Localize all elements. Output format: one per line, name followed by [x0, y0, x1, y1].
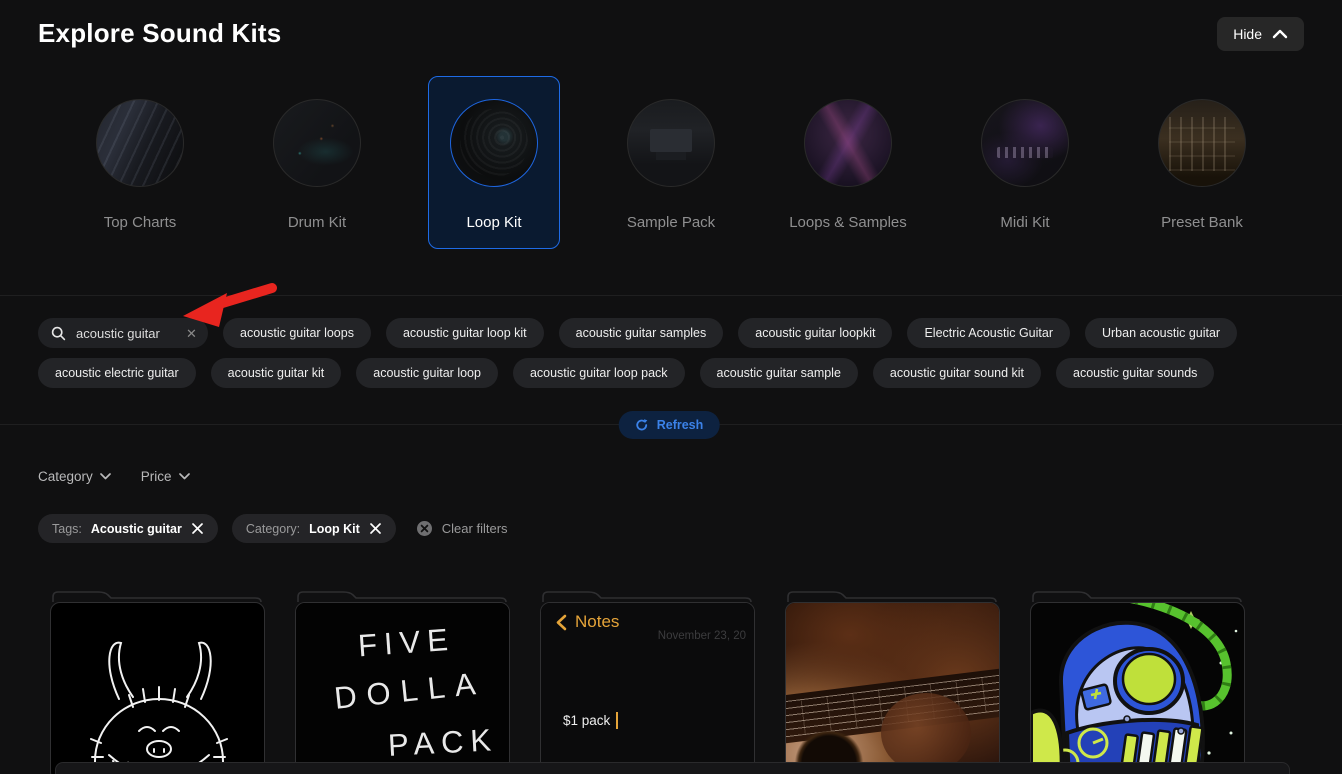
category-label: Loop Kit — [466, 214, 521, 231]
results-grid: FIVE DOLLA PACK Notes November 23, 20 $1… — [0, 543, 1342, 774]
clear-filters-icon — [416, 520, 433, 537]
category-card-loop-kit[interactable]: Loop Kit — [428, 76, 560, 249]
sample-pack-image — [627, 99, 715, 187]
artwork-text: FIVE — [357, 622, 456, 665]
search-icon — [51, 326, 66, 341]
category-dropdown-label: Category — [38, 469, 93, 484]
folder-tab-icon — [1030, 589, 1245, 602]
category-dropdown[interactable]: Category — [38, 469, 111, 484]
preset-bank-image — [1158, 99, 1246, 187]
filter-chip-category: Category: Loop Kit — [232, 514, 396, 543]
search-input[interactable] — [76, 326, 176, 341]
hide-button[interactable]: Hide — [1217, 17, 1304, 51]
product-card[interactable] — [1030, 589, 1245, 774]
product-card[interactable] — [785, 589, 1000, 774]
chip-prefix: Category: — [246, 522, 300, 536]
category-selector: Top Charts Drum Kit Loop Kit Sample Pack… — [0, 56, 1342, 295]
tag-pill[interactable]: acoustic guitar kit — [211, 358, 342, 388]
product-card[interactable] — [50, 589, 265, 774]
bottom-panel-edge — [55, 762, 1290, 774]
refresh-button[interactable]: Refresh — [619, 411, 720, 439]
hide-button-label: Hide — [1233, 26, 1262, 42]
category-label: Top Charts — [104, 214, 177, 231]
category-label: Midi Kit — [1000, 214, 1049, 231]
tag-pill[interactable]: acoustic guitar loops — [223, 318, 371, 348]
five-dolla-pack-artwork: FIVE DOLLA PACK — [295, 602, 510, 774]
chevron-down-icon — [179, 473, 190, 480]
category-card-midi-kit[interactable]: Midi Kit — [959, 76, 1091, 249]
drum-kit-image — [273, 99, 361, 187]
tag-pill[interactable]: acoustic guitar sample — [700, 358, 858, 388]
category-card-top-charts[interactable]: Top Charts — [74, 76, 206, 249]
tag-pill[interactable]: acoustic guitar loop pack — [513, 358, 685, 388]
tag-pill[interactable]: acoustic guitar sounds — [1056, 358, 1214, 388]
loop-kit-image — [450, 99, 538, 187]
category-label: Loops & Samples — [789, 214, 907, 231]
filter-chip-tags: Tags: Acoustic guitar — [38, 514, 218, 543]
rocket-artwork — [1030, 602, 1245, 774]
category-card-sample-pack[interactable]: Sample Pack — [605, 76, 737, 249]
chip-prefix: Tags: — [52, 522, 82, 536]
price-dropdown[interactable]: Price — [141, 469, 190, 484]
tag-pill[interactable]: acoustic guitar sound kit — [873, 358, 1041, 388]
tag-pill[interactable]: acoustic guitar samples — [559, 318, 724, 348]
refresh-divider: Refresh — [0, 424, 1342, 425]
notes-date: November 23, 20 — [658, 630, 746, 642]
category-card-preset-bank[interactable]: Preset Bank — [1136, 76, 1268, 249]
text-caret — [616, 712, 618, 729]
tag-pill[interactable]: acoustic guitar loopkit — [738, 318, 892, 348]
product-card[interactable]: Notes November 23, 20 $1 pack — [540, 589, 755, 774]
loops-samples-image — [804, 99, 892, 187]
search-box[interactable]: ✕ — [38, 318, 208, 348]
active-filters-row: Tags: Acoustic guitar Category: Loop Kit… — [0, 484, 1342, 543]
refresh-label: Refresh — [657, 418, 704, 432]
notes-screenshot-artwork: Notes November 23, 20 $1 pack — [540, 602, 755, 774]
chevron-up-icon — [1272, 29, 1288, 39]
folder-tab-icon — [785, 589, 1000, 602]
folder-tab-icon — [50, 589, 265, 602]
search-section: ✕ acoustic guitar loops acoustic guitar … — [0, 295, 1342, 388]
artwork-text: DOLLA — [333, 665, 488, 717]
remove-filter-icon[interactable] — [191, 522, 204, 535]
clear-filters-label: Clear filters — [442, 521, 508, 536]
note-text: $1 pack — [563, 713, 610, 728]
refresh-icon — [635, 418, 649, 432]
category-label: Drum Kit — [288, 214, 346, 231]
tag-pill[interactable]: acoustic guitar loop kit — [386, 318, 544, 348]
chevron-down-icon — [100, 473, 111, 480]
price-dropdown-label: Price — [141, 469, 172, 484]
monster-artwork — [50, 602, 265, 774]
category-label: Preset Bank — [1161, 214, 1243, 231]
back-chevron-icon — [556, 614, 567, 631]
artwork-text: PACK — [387, 722, 499, 764]
tag-pill[interactable]: acoustic electric guitar — [38, 358, 196, 388]
remove-filter-icon[interactable] — [369, 522, 382, 535]
chip-value: Loop Kit — [309, 522, 360, 536]
search-clear-icon[interactable]: ✕ — [186, 327, 197, 340]
top-charts-image — [96, 99, 184, 187]
page-title: Explore Sound Kits — [38, 18, 281, 49]
category-card-drum-kit[interactable]: Drum Kit — [251, 76, 383, 249]
category-card-loops-samples[interactable]: Loops & Samples — [782, 76, 914, 249]
folder-tab-icon — [540, 589, 755, 602]
chip-value: Acoustic guitar — [91, 522, 182, 536]
tag-pill[interactable]: acoustic guitar loop — [356, 358, 498, 388]
category-label: Sample Pack — [627, 214, 715, 231]
header: Explore Sound Kits Hide — [0, 0, 1342, 56]
folder-tab-icon — [295, 589, 510, 602]
clear-filters-button[interactable]: Clear filters — [416, 520, 508, 537]
notes-back-label: Notes — [575, 612, 619, 632]
guitar-photo-artwork — [785, 602, 1000, 774]
tag-pill[interactable]: Urban acoustic guitar — [1085, 318, 1237, 348]
midi-kit-image — [981, 99, 1069, 187]
product-card[interactable]: FIVE DOLLA PACK — [295, 589, 510, 774]
tag-pill[interactable]: Electric Acoustic Guitar — [907, 318, 1070, 348]
